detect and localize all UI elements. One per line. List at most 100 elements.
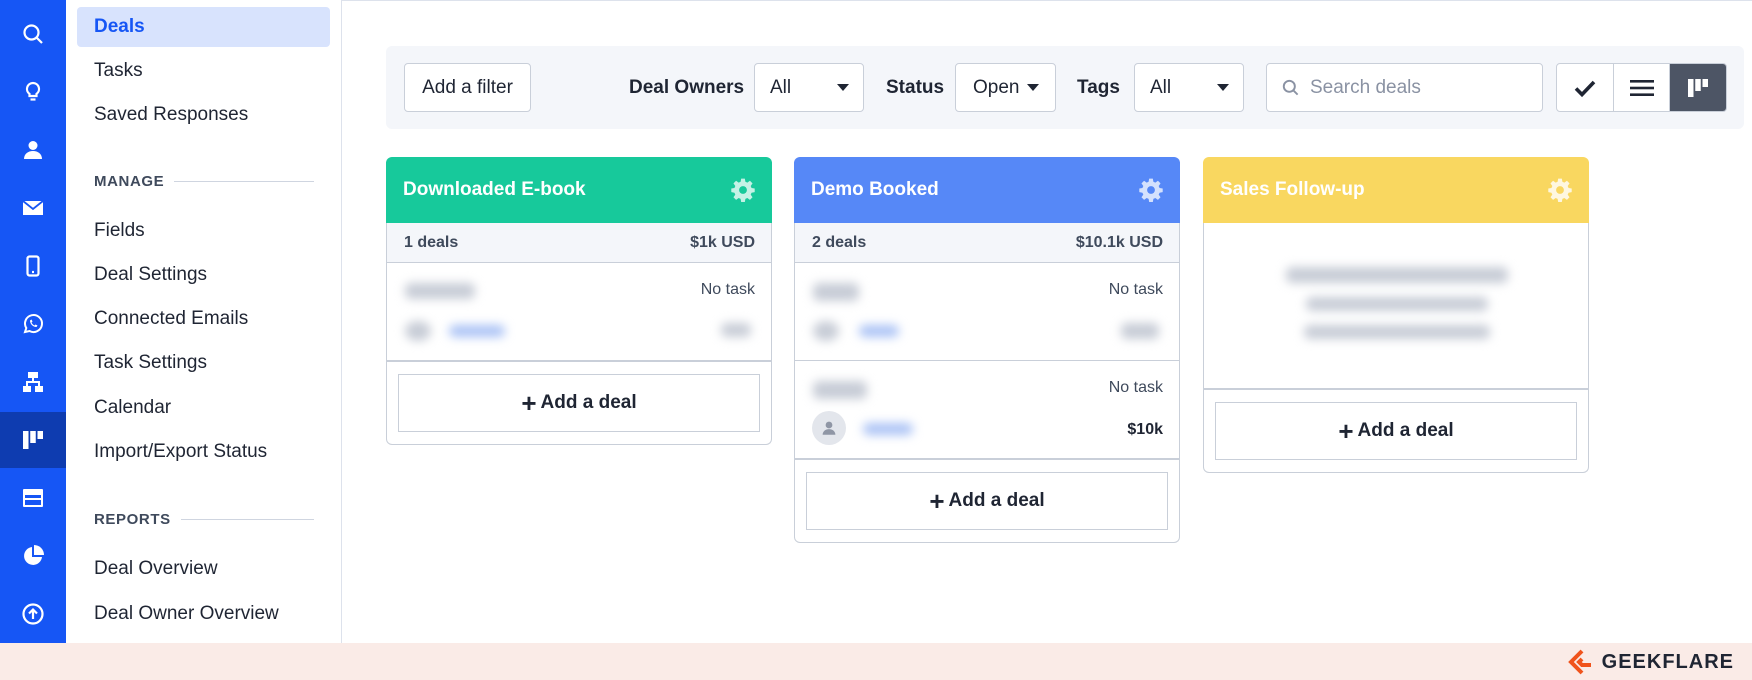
rail-reports-button[interactable] (0, 528, 66, 584)
footer-bar: GEEKFLARE (0, 643, 1752, 680)
sitemap-icon (23, 372, 43, 392)
column-body: 1 deals $1k USD No task (386, 223, 772, 362)
rail-sms-button[interactable] (0, 238, 66, 294)
tags-select[interactable]: All (1134, 63, 1244, 112)
view-toggle-group (1556, 63, 1727, 112)
top-border (342, 0, 1752, 1)
manage-section-heading: MANAGE (94, 171, 314, 191)
kanban-board-icon (1688, 78, 1709, 97)
column-header: Sales Follow-up (1203, 157, 1589, 223)
rail-automations-button[interactable] (0, 354, 66, 410)
list-icon (1629, 79, 1654, 96)
arrow-up-circle-icon (22, 603, 44, 625)
person-icon (822, 421, 836, 435)
blurred-message-line (1306, 297, 1488, 311)
deal-owners-value: All (770, 76, 792, 98)
add-deal-area: + Add a deal (794, 460, 1180, 543)
search-input[interactable] (1310, 76, 1530, 99)
add-deal-area: + Add a deal (386, 362, 772, 445)
sidebar-item-deals[interactable]: Deals (77, 7, 330, 47)
brand-logo: GEEKFLARE (1567, 648, 1734, 676)
search-box[interactable] (1266, 63, 1543, 112)
column-body: 2 deals $10.1k USD No task No task $10k (794, 223, 1180, 460)
deal-card[interactable]: No task (795, 263, 1179, 361)
blurred-avatar (405, 321, 431, 341)
empty-column-message (1204, 223, 1588, 389)
blurred-deal-title (813, 283, 859, 301)
search-icon (1282, 79, 1299, 96)
blurred-amount (1121, 323, 1159, 339)
rail-deals-button[interactable] (0, 412, 66, 468)
mobile-phone-icon (26, 255, 40, 277)
task-status: No task (1108, 379, 1163, 396)
pipeline-column: Sales Follow-up + Add a deal (1203, 157, 1589, 473)
geekflare-logo-icon (1567, 649, 1591, 675)
view-tasks-button[interactable] (1557, 64, 1614, 111)
column-title: Demo Booked (811, 179, 939, 200)
pie-chart-icon (24, 545, 44, 565)
blurred-amount (721, 323, 751, 337)
add-deal-button[interactable]: + Add a deal (806, 472, 1168, 530)
sidebar-item-fields[interactable]: Fields (77, 211, 330, 251)
manage-heading-label: MANAGE (94, 172, 165, 190)
tags-label: Tags (1077, 77, 1120, 98)
rail-whatsapp-button[interactable] (0, 296, 66, 352)
column-summary: 1 deals $1k USD (387, 223, 771, 263)
rail-email-button[interactable] (0, 180, 66, 236)
add-deal-button[interactable]: + Add a deal (1215, 402, 1577, 460)
kanban-board-icon (23, 431, 43, 449)
sidebar-item-task-settings[interactable]: Task Settings (77, 343, 330, 383)
sidebar-item-deal-owner-overview[interactable]: Deal Owner Overview (77, 594, 330, 634)
plus-icon: + (929, 486, 945, 516)
sidebar-item-tasks[interactable]: Tasks (77, 51, 330, 91)
gear-icon[interactable] (1547, 177, 1573, 203)
deal-amount: $10k (1127, 421, 1163, 438)
add-deal-label: Add a deal (948, 490, 1045, 511)
rail-upgrade-button[interactable] (0, 586, 66, 642)
column-title: Sales Follow-up (1220, 179, 1365, 200)
rail-ideas-button[interactable] (0, 64, 66, 120)
blurred-owner-link (449, 325, 505, 337)
reports-divider (180, 518, 314, 520)
tags-value: All (1150, 76, 1172, 98)
add-deal-label: Add a deal (540, 392, 637, 413)
deal-card[interactable]: No task $10k (795, 361, 1179, 459)
sidebar-item-import-export-status[interactable]: Import/Export Status (77, 432, 330, 472)
column-header: Downloaded E-book (386, 157, 772, 223)
chevron-down-icon (1027, 84, 1039, 91)
whatsapp-icon (23, 314, 43, 334)
deal-total: $10.1k USD (1075, 233, 1163, 251)
manage-divider (174, 180, 314, 182)
rail-site-button[interactable] (0, 470, 66, 526)
blurred-message-line (1286, 267, 1508, 283)
deals-app: Deals Tasks Saved Responses MANAGE Field… (0, 0, 1752, 680)
sidebar-item-saved-responses[interactable]: Saved Responses (77, 95, 330, 135)
deal-card[interactable]: No task (387, 263, 771, 361)
view-board-button[interactable] (1670, 64, 1726, 111)
task-status: No task (1108, 281, 1163, 298)
add-deal-area: + Add a deal (1203, 390, 1589, 473)
blurred-deal-title (813, 381, 867, 399)
deal-count: 1 deals (404, 233, 459, 251)
gear-icon[interactable] (730, 177, 756, 203)
add-deal-button[interactable]: + Add a deal (398, 374, 760, 432)
deal-owners-label: Deal Owners (629, 77, 745, 98)
deal-owners-select[interactable]: All (754, 63, 864, 112)
deal-total: $1k USD (690, 233, 755, 251)
column-title: Downloaded E-book (403, 179, 586, 200)
sidebar-item-deal-overview[interactable]: Deal Overview (77, 549, 330, 589)
view-list-button[interactable] (1614, 64, 1671, 111)
avatar (812, 411, 846, 445)
blurred-owner-link (859, 325, 899, 337)
checkmark-icon (1574, 80, 1596, 97)
sidebar-item-deal-settings[interactable]: Deal Settings (77, 255, 330, 295)
status-select[interactable]: Open (955, 63, 1056, 112)
rail-search-button[interactable] (0, 6, 66, 62)
sidebar-item-connected-emails[interactable]: Connected Emails (77, 299, 330, 339)
sidebar-item-calendar[interactable]: Calendar (77, 388, 330, 428)
add-filter-button[interactable]: Add a filter (404, 63, 531, 112)
column-body (1203, 223, 1589, 390)
gear-icon[interactable] (1138, 177, 1164, 203)
rail-contacts-button[interactable] (0, 122, 66, 178)
blurred-avatar (813, 321, 839, 341)
